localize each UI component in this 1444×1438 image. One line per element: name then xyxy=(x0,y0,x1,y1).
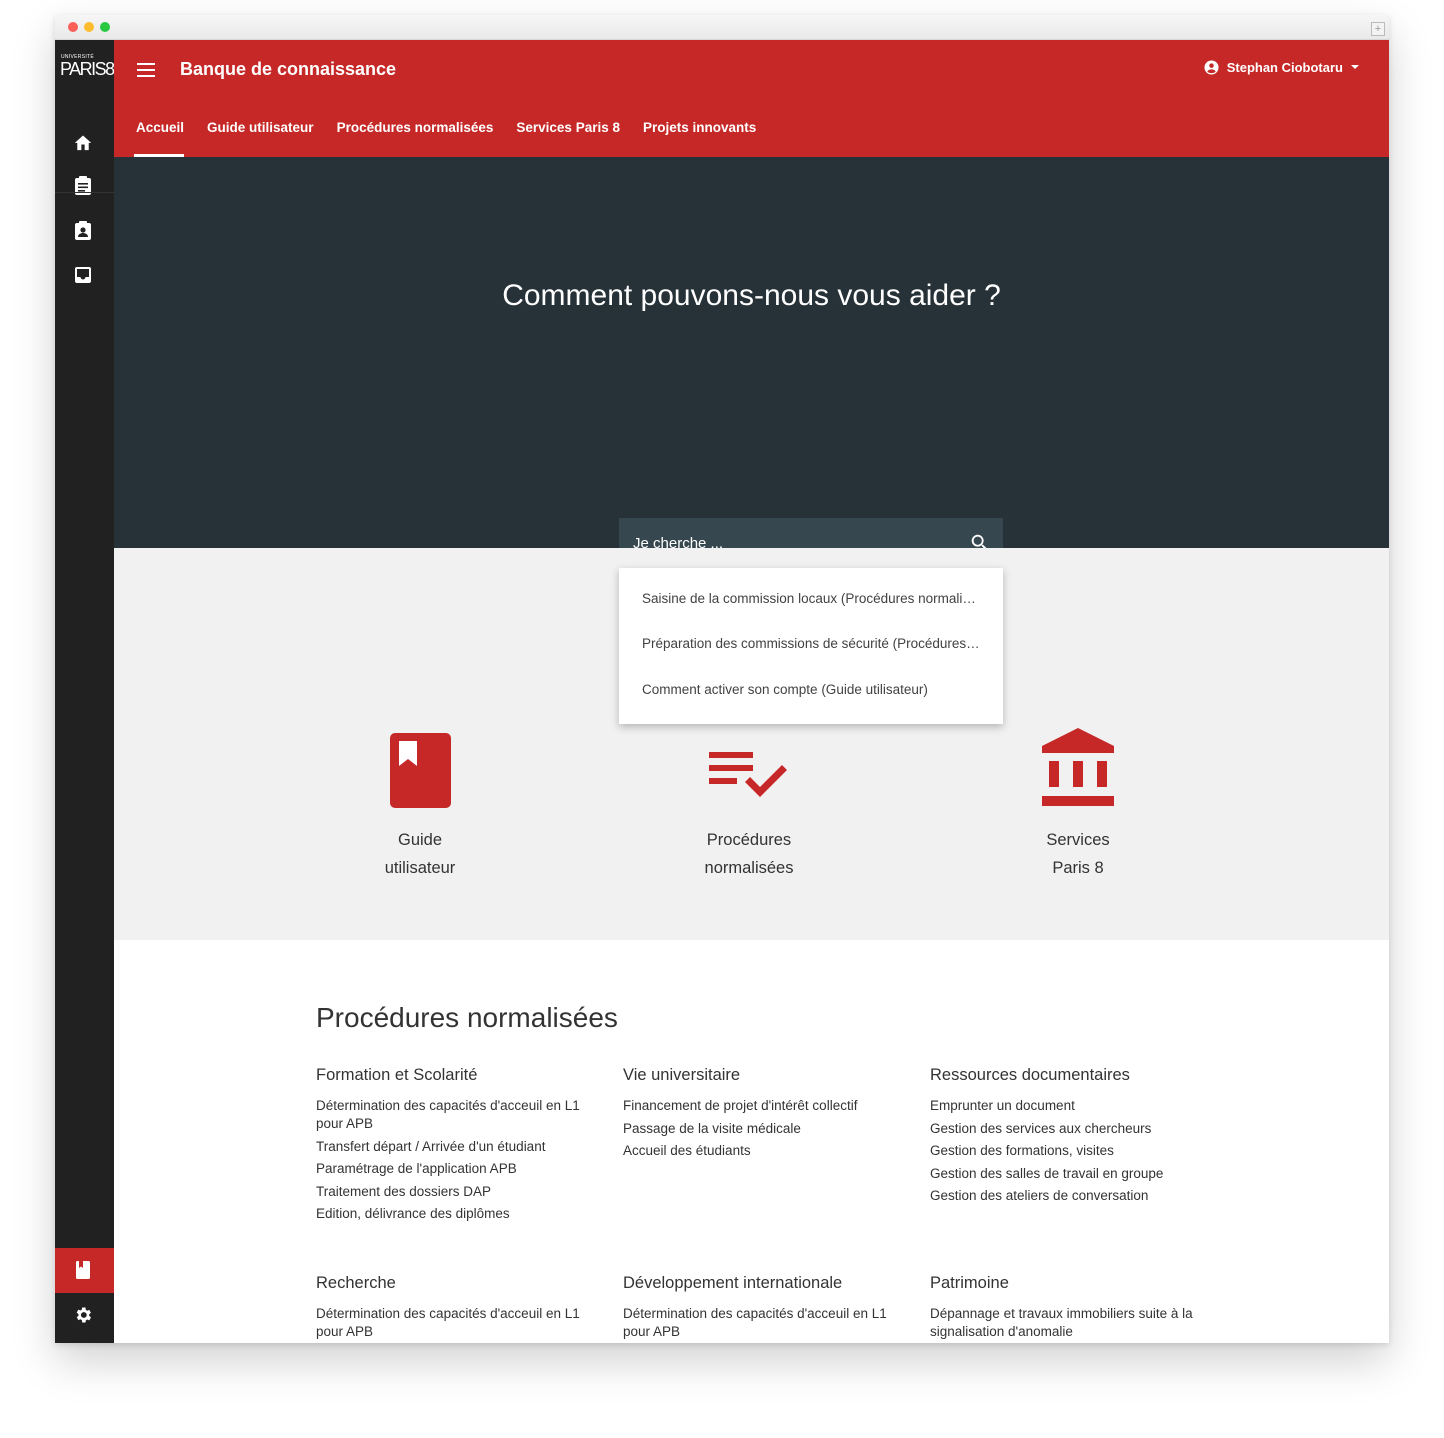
tab-guide-utilisateur[interactable]: Guide utilisateur xyxy=(207,120,325,157)
tab-procedures-normalisees[interactable]: Procédures normalisées xyxy=(337,120,505,157)
procedure-link[interactable]: Détermination des capacités d'acceuil en… xyxy=(623,1305,893,1341)
user-menu[interactable]: Stephan Ciobotaru xyxy=(1204,60,1359,75)
procedure-link[interactable]: Gestion des formations, visites xyxy=(930,1142,1200,1160)
category-title: Vie universitaire xyxy=(623,1066,741,1084)
sidebar-item-book[interactable] xyxy=(70,1257,96,1283)
new-tab-button[interactable]: + xyxy=(1371,22,1385,36)
procedure-link[interactable]: Gestion des ateliers de conversation xyxy=(930,1187,1200,1205)
assignment-ind-icon xyxy=(75,221,91,240)
search-suggestions: Saisine de la commission locaux (Procédu… xyxy=(619,568,1003,724)
account-circle-icon xyxy=(1204,60,1219,75)
close-window-button[interactable] xyxy=(68,22,78,32)
procedure-link[interactable]: Edition, délivrance des diplômes xyxy=(316,1205,586,1223)
book-icon xyxy=(389,733,451,808)
category-title: Développement internationale xyxy=(623,1274,843,1292)
procedure-category: Ressources documentaires Emprunter un do… xyxy=(930,1066,1200,1210)
tab-projets-innovants[interactable]: Projets innovants xyxy=(643,120,767,157)
procedure-link[interactable]: Paramétrage de l'application APB xyxy=(316,1160,586,1178)
category-title: Ressources documentaires xyxy=(930,1066,1130,1084)
sidebar-item-home[interactable] xyxy=(70,129,96,155)
procedure-category: Développement internationale Déterminati… xyxy=(623,1274,893,1343)
sidebar-item-clipboard[interactable] xyxy=(70,172,96,198)
card-label-line2: Paris 8 xyxy=(1052,859,1104,877)
menu-button[interactable] xyxy=(134,58,158,82)
procedure-link[interactable]: Passage de la visite médicale xyxy=(623,1120,893,1138)
book-icon xyxy=(76,1261,90,1279)
sidebar-item-assignment[interactable] xyxy=(70,217,96,243)
card-services-paris8[interactable]: Services Paris 8 xyxy=(978,718,1178,882)
hamburger-menu-icon xyxy=(137,63,155,77)
procedure-link[interactable]: Dépannage et travaux immobiliers suite à… xyxy=(930,1305,1200,1341)
hero-title: Comment pouvons-nous vous aider ? xyxy=(502,279,1001,312)
card-label-line2: utilisateur xyxy=(384,859,456,877)
procedure-link[interactable]: Transfert départ / Arrivée d'un étudiant xyxy=(316,1138,586,1156)
procedure-link[interactable]: Accueil des étudiants xyxy=(623,1142,893,1160)
card-label-line1: Procédures xyxy=(706,831,792,849)
tab-services-paris8[interactable]: Services Paris 8 xyxy=(516,120,631,157)
gear-icon xyxy=(76,1307,91,1323)
inbox-icon xyxy=(75,267,91,283)
account-balance-icon xyxy=(1042,728,1114,806)
sidebar-divider xyxy=(55,192,114,193)
suggestion-item[interactable]: Préparation des commissions de sécurité … xyxy=(642,636,982,651)
sidebar: UNIVERSITÉ PARIS8 xyxy=(55,40,115,1343)
procedure-link[interactable]: Emprunter un document xyxy=(930,1097,1200,1115)
suggestion-item[interactable]: Saisine de la commission locaux (Procédu… xyxy=(642,591,982,606)
procedure-link[interactable]: Financement de projet d'intérêt collecti… xyxy=(623,1097,893,1115)
home-icon xyxy=(74,135,92,151)
maximize-window-button[interactable] xyxy=(100,22,110,32)
procedures-title: Procédures normalisées xyxy=(316,1002,618,1033)
paris8-logo: UNIVERSITÉ PARIS8 xyxy=(59,54,115,84)
playlist-check-icon xyxy=(709,752,787,797)
card-procedures-normalisees[interactable]: Procédures normalisées xyxy=(649,718,849,882)
procedure-link[interactable]: Gestion des services aux chercheurs xyxy=(930,1120,1200,1138)
window-titlebar: + xyxy=(55,15,1389,40)
procedure-category: Formation et Scolarité Détermination des… xyxy=(316,1066,586,1228)
procedure-category: Recherche Détermination des capacités d'… xyxy=(316,1274,586,1343)
procedure-category: Vie universitaire Financement de projet … xyxy=(623,1066,893,1165)
suggestion-item[interactable]: Comment activer son compte (Guide utilis… xyxy=(642,682,982,697)
app-bar: Banque de connaissance Stephan Ciobotaru… xyxy=(114,40,1389,157)
procedure-link[interactable]: Traitement des dossiers DAP xyxy=(316,1183,586,1201)
arrow-drop-down-icon xyxy=(1351,65,1359,69)
user-name: Stephan Ciobotaru xyxy=(1226,60,1343,75)
minimize-window-button[interactable] xyxy=(84,22,94,32)
sidebar-item-settings[interactable] xyxy=(70,1302,96,1328)
browser-window: + UNIVERSITÉ PARIS8 Banque de connaissan… xyxy=(55,15,1389,1343)
app-title: Banque de connaissance xyxy=(180,59,397,79)
procedure-link[interactable]: Détermination des capacités d'acceuil en… xyxy=(316,1305,586,1341)
nav-tabs: Accueil Guide utilisateur Procédures nor… xyxy=(133,120,779,157)
card-guide-utilisateur[interactable]: Guide utilisateur xyxy=(320,718,520,882)
sidebar-item-inbox[interactable] xyxy=(70,262,96,288)
category-title: Formation et Scolarité xyxy=(316,1066,478,1084)
card-label-line2: normalisées xyxy=(704,859,794,877)
logo-main-text: PARIS8 xyxy=(60,59,115,79)
category-title: Recherche xyxy=(316,1274,396,1292)
hero-section: Comment pouvons-nous vous aider ? Saisin… xyxy=(114,157,1389,724)
procedure-link[interactable]: Détermination des capacités d'acceuil en… xyxy=(316,1097,581,1133)
procedures-section: Procédures normalisées Formation et Scol… xyxy=(114,940,1389,1343)
procedure-link[interactable]: Gestion des salles de travail en groupe xyxy=(930,1165,1200,1183)
category-title: Patrimoine xyxy=(930,1274,1009,1292)
procedure-category: Patrimoine Dépannage et travaux immobili… xyxy=(930,1274,1200,1343)
tab-accueil[interactable]: Accueil xyxy=(133,120,195,157)
card-label-line1: Guide xyxy=(397,831,443,849)
card-label-line1: Services xyxy=(1046,831,1110,849)
